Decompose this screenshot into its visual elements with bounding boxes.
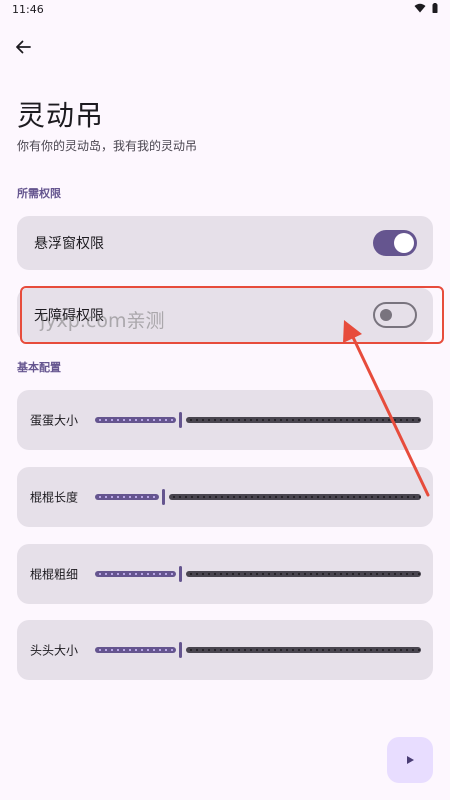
slider-inactive-track	[186, 647, 421, 653]
slider-active-track	[95, 571, 176, 577]
section-label-permissions: 所需权限	[17, 187, 61, 200]
slider-inactive-track	[169, 494, 421, 500]
annotation-highlight-box	[20, 286, 444, 344]
slider-active-track	[95, 647, 176, 653]
slider-card-head-size: 头头大小	[17, 620, 433, 680]
wifi-icon	[414, 3, 426, 13]
slider-active-track	[95, 494, 159, 500]
status-icons	[414, 3, 438, 13]
slider-handle[interactable]	[179, 566, 182, 582]
switch-thumb	[394, 233, 414, 253]
status-bar: 11:46	[0, 0, 450, 22]
play-icon	[407, 756, 414, 764]
slider-inactive-track	[186, 571, 421, 577]
slider-label: 棍棍粗细	[30, 567, 79, 582]
overlay-permission-switch[interactable]	[373, 230, 417, 256]
stick-length-slider[interactable]	[95, 489, 421, 505]
stick-thickness-slider[interactable]	[95, 566, 421, 582]
arrow-left-icon	[16, 40, 31, 54]
slider-label: 蛋蛋大小	[30, 413, 79, 428]
slider-inactive-track	[186, 417, 421, 423]
battery-icon	[432, 3, 438, 13]
slider-handle[interactable]	[162, 489, 165, 505]
head-size-slider[interactable]	[95, 642, 421, 658]
ball-size-slider[interactable]	[95, 412, 421, 428]
slider-label: 头头大小	[30, 643, 79, 658]
status-time: 11:46	[12, 3, 44, 16]
slider-handle[interactable]	[179, 642, 182, 658]
overlay-permission-label: 悬浮窗权限	[34, 236, 104, 252]
page-subtitle: 你有你的灵动岛，我有我的灵动吊	[17, 139, 198, 153]
back-button[interactable]	[8, 32, 38, 62]
overlay-permission-card[interactable]: 悬浮窗权限	[17, 216, 433, 270]
section-label-config: 基本配置	[17, 361, 61, 374]
slider-card-stick-thickness: 棍棍粗细	[17, 544, 433, 604]
slider-card-ball-size: 蛋蛋大小	[17, 390, 433, 450]
slider-handle[interactable]	[179, 412, 182, 428]
play-button[interactable]	[387, 737, 433, 783]
slider-active-track	[95, 417, 176, 423]
page-title: 灵动吊	[17, 99, 105, 132]
slider-card-stick-length: 棍棍长度	[17, 467, 433, 527]
slider-label: 棍棍长度	[30, 490, 79, 505]
